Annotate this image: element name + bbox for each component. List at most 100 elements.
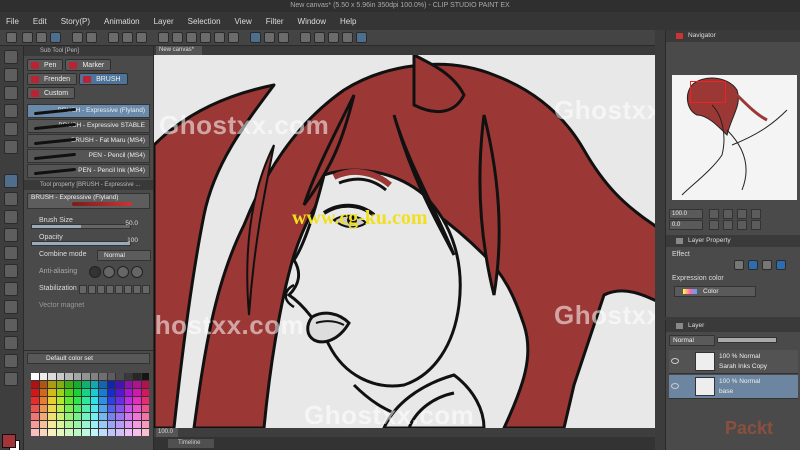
- figure-tool-icon[interactable]: [4, 336, 18, 350]
- color-swatch[interactable]: [82, 381, 90, 388]
- zoom-in-icon[interactable]: [723, 209, 733, 219]
- color-swatch[interactable]: [39, 413, 47, 420]
- color-set-dropdown[interactable]: Default color set: [27, 353, 150, 364]
- subtool-tab-brush[interactable]: BRUSH: [79, 73, 128, 85]
- color-swatch[interactable]: [116, 405, 124, 412]
- layer-row[interactable]: 100 % Normal base: [669, 375, 798, 399]
- color-swatch[interactable]: [73, 373, 81, 380]
- aa-none-option[interactable]: [89, 266, 101, 278]
- stabilization-slider[interactable]: [79, 285, 150, 294]
- color-swatch[interactable]: [73, 429, 81, 436]
- layer-color-icon[interactable]: [776, 260, 786, 270]
- undo-icon[interactable]: [72, 32, 83, 43]
- gradient-tool-icon[interactable]: [4, 318, 18, 332]
- move-tool-icon[interactable]: [4, 68, 18, 82]
- decoration-tool-icon[interactable]: [4, 246, 18, 260]
- color-swatch[interactable]: [124, 405, 132, 412]
- color-swatch[interactable]: [99, 397, 107, 404]
- redo-icon[interactable]: [86, 32, 97, 43]
- color-swatch[interactable]: [56, 397, 64, 404]
- reset-rotation-icon[interactable]: [737, 220, 747, 230]
- color-swatch[interactable]: [107, 381, 115, 388]
- visibility-eye-icon[interactable]: [671, 383, 679, 389]
- color-swatch[interactable]: [99, 373, 107, 380]
- main-color-swatch[interactable]: [2, 434, 16, 448]
- color-swatch[interactable]: [82, 429, 90, 436]
- color-swatch[interactable]: [65, 381, 73, 388]
- rotate-icon[interactable]: [300, 32, 311, 43]
- color-swatch[interactable]: [99, 429, 107, 436]
- aa-strong-option[interactable]: [131, 266, 143, 278]
- color-swatch[interactable]: [65, 413, 73, 420]
- navigator-rotation-field[interactable]: 0.0: [669, 220, 703, 230]
- color-swatch[interactable]: [82, 373, 90, 380]
- color-swatch[interactable]: [39, 381, 47, 388]
- navigator-zoom-field[interactable]: 100.0: [669, 209, 703, 219]
- menu-item-file[interactable]: File: [6, 17, 19, 26]
- color-swatch[interactable]: [56, 381, 64, 388]
- pen-tool-icon[interactable]: [4, 174, 18, 188]
- layer-opacity-slider[interactable]: [717, 337, 777, 343]
- hand-icon[interactable]: [328, 32, 339, 43]
- flip-horizontal-icon[interactable]: [751, 220, 761, 230]
- menu-item-window[interactable]: Window: [298, 17, 326, 26]
- panel-scrollbar[interactable]: [655, 30, 665, 450]
- zoom-tool-icon[interactable]: [4, 50, 18, 64]
- color-swatch[interactable]: [90, 421, 98, 428]
- subtool-tab-custom[interactable]: Custom: [27, 87, 76, 99]
- fit-icon[interactable]: [737, 209, 747, 219]
- color-swatch[interactable]: [90, 381, 98, 388]
- deselect-icon[interactable]: [158, 32, 169, 43]
- color-swatch[interactable]: [133, 429, 141, 436]
- color-swatch[interactable]: [39, 429, 47, 436]
- color-swatch[interactable]: [116, 429, 124, 436]
- color-swatch[interactable]: [99, 381, 107, 388]
- actual-size-icon[interactable]: [751, 209, 761, 219]
- color-swatch[interactable]: [73, 413, 81, 420]
- operation-tool-icon[interactable]: [4, 86, 18, 100]
- color-swatch[interactable]: [124, 397, 132, 404]
- color-swatch[interactable]: [124, 413, 132, 420]
- rotate-left-icon[interactable]: [709, 220, 719, 230]
- color-swatch[interactable]: [107, 389, 115, 396]
- move-icon[interactable]: [342, 32, 353, 43]
- color-swatch[interactable]: [107, 421, 115, 428]
- color-swatch[interactable]: [133, 373, 141, 380]
- color-swatch[interactable]: [133, 381, 141, 388]
- invert-selection-icon[interactable]: [172, 32, 183, 43]
- aa-weak-option[interactable]: [103, 266, 115, 278]
- menu-item-storyp[interactable]: Story(P): [61, 17, 90, 26]
- visibility-eye-icon[interactable]: [671, 358, 679, 364]
- color-swatch[interactable]: [39, 405, 47, 412]
- color-swatch[interactable]: [65, 405, 73, 412]
- color-swatch[interactable]: [116, 373, 124, 380]
- color-swatch[interactable]: [141, 381, 149, 388]
- menu-item-layer[interactable]: Layer: [154, 17, 174, 26]
- color-swatch[interactable]: [141, 429, 149, 436]
- color-swatch[interactable]: [107, 405, 115, 412]
- brush-size-slider[interactable]: [31, 224, 131, 229]
- color-swatch[interactable]: [107, 397, 115, 404]
- color-swatch[interactable]: [31, 381, 39, 388]
- color-swatch[interactable]: [56, 405, 64, 412]
- color-swatch[interactable]: [39, 373, 47, 380]
- color-swatch[interactable]: [90, 429, 98, 436]
- layer-row[interactable]: 100 % Normal Sarah Inks Copy: [669, 350, 798, 374]
- brush-preset[interactable]: BRUSH - Expressive (Flyland): [27, 193, 150, 209]
- subtool-tab-frenden[interactable]: Frenden: [27, 73, 78, 85]
- menu-item-filter[interactable]: Filter: [266, 17, 284, 26]
- color-swatch[interactable]: [116, 397, 124, 404]
- color-swatch[interactable]: [56, 429, 64, 436]
- color-swatch[interactable]: [82, 405, 90, 412]
- subtool-tab-marker[interactable]: Marker: [65, 59, 112, 71]
- brush-list-item[interactable]: BRUSH - Fat Maru (MS4): [27, 134, 150, 148]
- color-swatch[interactable]: [90, 413, 98, 420]
- pencil-tool-icon[interactable]: [4, 192, 18, 206]
- color-swatch[interactable]: [48, 413, 56, 420]
- app-icon[interactable]: [6, 32, 17, 43]
- color-swatch[interactable]: [90, 389, 98, 396]
- color-swatch[interactable]: [141, 389, 149, 396]
- color-swatch[interactable]: [73, 421, 81, 428]
- selection-tool-icon[interactable]: [4, 104, 18, 118]
- menu-item-edit[interactable]: Edit: [33, 17, 47, 26]
